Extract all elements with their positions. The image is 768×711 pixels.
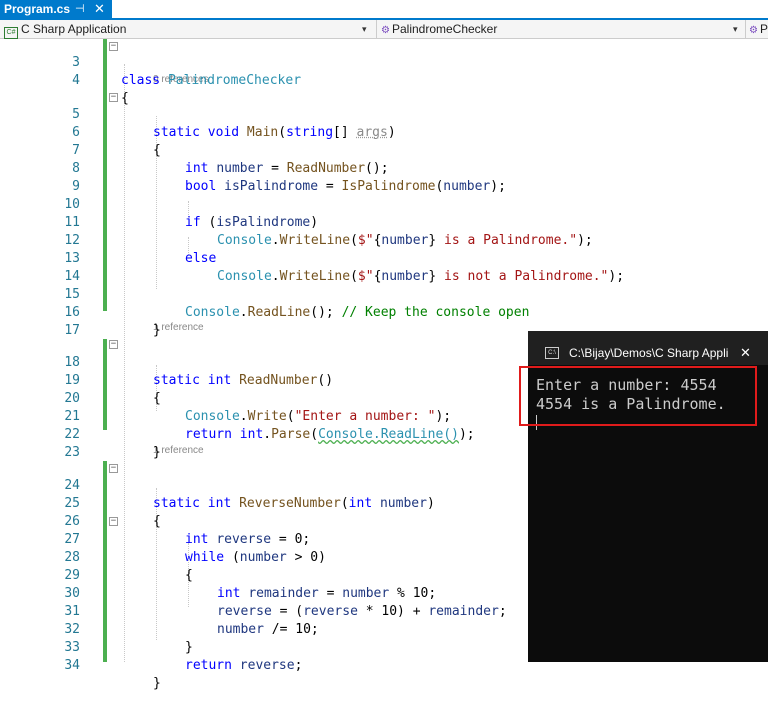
highlight-box	[519, 366, 757, 426]
console-title-bar[interactable]: C:\ C:\Bijay\Demos\C Sharp Appli ✕	[528, 331, 768, 365]
code-line: 10 if (isPalindrome)	[0, 178, 768, 230]
code-line: 3 class PalindromeChecker	[0, 36, 768, 88]
code-line: 4 {	[0, 54, 768, 106]
code-line: 16 }	[0, 286, 768, 338]
code-line: 15 Console.ReadLine(); // Keep the conso…	[0, 268, 768, 320]
code-line: 8 bool isPalindrome = IsPalindrome(numbe…	[0, 142, 768, 194]
document-tab-strip: Program.cs ⊣ ✕	[0, 0, 768, 20]
code-line: 9	[0, 160, 768, 194]
code-line: 6 {	[0, 106, 768, 158]
project-name: C Sharp Application	[21, 22, 127, 36]
code-line: 5 static void Main(string[] args)	[0, 88, 768, 140]
console-title: C:\Bijay\Demos\C Sharp Appli	[569, 346, 729, 360]
class-icon: ⚙	[381, 25, 390, 36]
member-name: PalindromeChecker	[759, 22, 768, 36]
code-text: return reverse;	[185, 658, 303, 673]
code-line: 12 else	[0, 214, 768, 266]
code-line: 13 Console.WriteLine($"{number} is not a…	[0, 232, 768, 284]
class-name: PalindromeChecker	[391, 22, 498, 36]
code-line: 14	[0, 250, 768, 284]
class-icon: ⚙	[749, 25, 758, 36]
code-line: 11 Console.WriteLine($"{number} is a Pal…	[0, 196, 768, 248]
tab-title: Program.cs	[4, 2, 71, 16]
pin-icon[interactable]: ⊣	[75, 0, 85, 18]
tab-program-cs[interactable]: Program.cs ⊣ ✕	[0, 0, 112, 18]
close-icon[interactable]: ✕	[740, 342, 751, 364]
close-tab-icon[interactable]: ✕	[94, 0, 105, 18]
code-line: 7 int number = ReadNumber();	[0, 124, 768, 176]
line-number: 34	[64, 658, 80, 673]
code-line: 17	[0, 304, 768, 338]
terminal-icon: C:\	[545, 347, 559, 359]
code-text: }	[153, 676, 161, 691]
